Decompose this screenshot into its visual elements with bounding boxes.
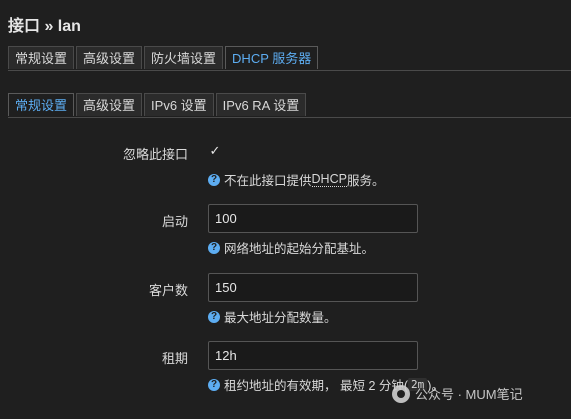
subtab-ipv6-settings[interactable]: IPv6 设置: [144, 93, 214, 116]
wechat-logo-icon: [392, 384, 410, 403]
limit-help: ? 最大地址分配数量。: [208, 307, 337, 326]
subtab-general-settings[interactable]: 常规设置: [8, 93, 75, 116]
check-icon: ✓: [209, 143, 221, 158]
subtab-advanced-settings[interactable]: 高级设置: [76, 93, 143, 116]
start-label: 启动: [161, 214, 188, 229]
tab-general-settings[interactable]: 常规设置: [8, 46, 75, 69]
help-icon: ?: [208, 173, 220, 186]
help-icon: ?: [208, 310, 220, 323]
tab-divider: [8, 70, 571, 71]
tab-advanced-settings[interactable]: 高级设置: [76, 46, 143, 69]
subtab-ipv6-ra-settings[interactable]: IPv6 RA 设置: [215, 93, 307, 116]
start-help-text: 网络地址的起始分配基址。: [224, 242, 375, 256]
ignore-interface-help: ? 不在此接口提供 DHCP 服务。: [208, 170, 384, 189]
tab-dhcp-server[interactable]: DHCP 服务器: [225, 46, 319, 69]
page-title: 接口 » lan: [8, 18, 81, 35]
help-icon: ?: [208, 241, 220, 254]
ignore-interface-label: 忽略此接口: [122, 147, 188, 162]
subtab-divider: [8, 117, 571, 118]
leasetime-help-prefix: 租约地址的有效期， 最短 2 分钟(: [224, 379, 409, 393]
limit-label: 客户数: [148, 283, 188, 298]
tab-firewall-settings[interactable]: 防火墙设置: [144, 46, 224, 69]
help-text-prefix: 不在此接口提供: [224, 174, 312, 188]
main-tab-bar: 常规设置 高级设置 防火墙设置 DHCP 服务器: [8, 46, 319, 70]
ignore-interface-checkbox[interactable]: ✓: [208, 144, 222, 158]
watermark: 公众号 · MUM笔记: [392, 384, 523, 403]
leasetime-input[interactable]: [208, 341, 418, 370]
sub-tab-bar: 常规设置 高级设置 IPv6 设置 IPv6 RA 设置: [8, 93, 307, 117]
help-term-dhcp: DHCP: [311, 172, 347, 187]
start-help: ? 网络地址的起始分配基址。: [208, 238, 374, 257]
leasetime-label: 租期: [161, 351, 188, 366]
start-input[interactable]: [208, 204, 418, 233]
watermark-text: 公众号 · MUM笔记: [415, 387, 523, 402]
help-icon: ?: [208, 378, 220, 391]
limit-help-text: 最大地址分配数量。: [224, 311, 337, 325]
limit-input[interactable]: [208, 273, 418, 302]
help-text-suffix: 服务。: [346, 174, 385, 188]
